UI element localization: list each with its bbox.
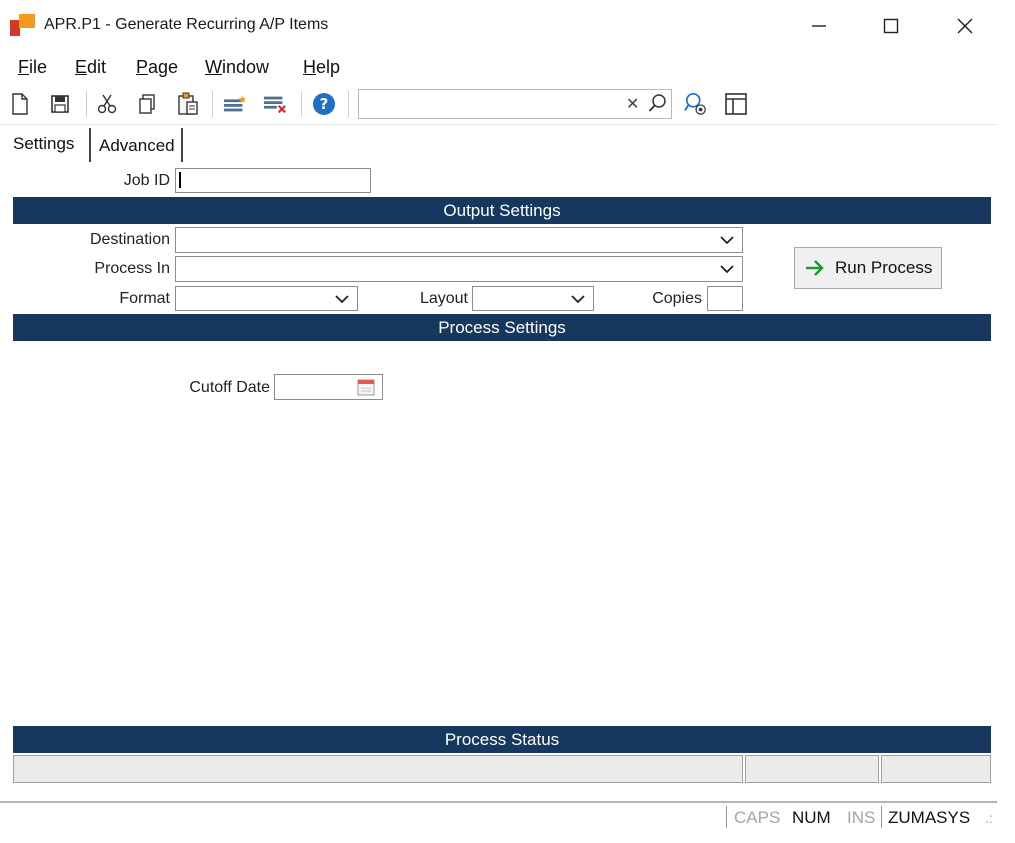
job-id-input[interactable] xyxy=(175,168,371,193)
statusbar-divider xyxy=(0,801,997,803)
maximize-icon xyxy=(883,18,899,34)
toolbar-separator xyxy=(212,91,213,117)
close-icon xyxy=(957,18,973,34)
menu-edit[interactable]: Edit xyxy=(75,57,106,78)
toolbar-separator xyxy=(86,91,87,117)
process-in-select[interactable] xyxy=(175,256,743,282)
layout-select[interactable] xyxy=(472,286,594,311)
statusbar-separator xyxy=(726,806,727,828)
process-settings-header: Process Settings xyxy=(13,314,991,341)
copies-input[interactable] xyxy=(707,286,743,311)
layout-label: Layout xyxy=(419,290,468,307)
cutoff-date-label: Cutoff Date xyxy=(189,379,270,396)
menu-file[interactable]: File xyxy=(18,57,47,78)
run-process-button[interactable]: Run Process xyxy=(794,247,942,289)
lookup-icon[interactable] xyxy=(684,92,708,116)
minimize-button[interactable] xyxy=(796,8,842,44)
toolbar-separator xyxy=(348,91,349,117)
minimize-icon xyxy=(812,25,826,27)
calendar-icon[interactable] xyxy=(357,378,375,401)
help-icon[interactable]: ? xyxy=(312,92,336,116)
copy-icon[interactable] xyxy=(136,92,160,116)
ins-indicator: INS xyxy=(847,808,876,827)
search-clear-icon[interactable]: ✕ xyxy=(626,94,639,114)
chevron-down-icon xyxy=(720,236,734,245)
resize-grip-icon[interactable]: .: xyxy=(985,810,993,826)
format-label: Format xyxy=(119,290,170,307)
delete-row-icon[interactable] xyxy=(263,92,287,116)
insert-row-icon[interactable] xyxy=(223,92,247,116)
tab-settings[interactable]: Settings xyxy=(6,128,90,162)
text-caret xyxy=(179,172,181,188)
chevron-down-icon xyxy=(571,295,585,304)
statusbar-separator xyxy=(881,806,882,828)
search-input[interactable] xyxy=(358,89,672,119)
copies-label: Copies xyxy=(652,290,702,307)
toolbar-separator xyxy=(301,91,302,117)
caps-indicator: CAPS xyxy=(734,808,781,827)
new-page-icon[interactable] xyxy=(8,92,32,116)
process-status-message xyxy=(13,755,743,783)
num-indicator: NUM xyxy=(792,808,831,827)
app-logo-icon xyxy=(10,12,36,38)
menu-help[interactable]: Help xyxy=(303,57,340,78)
chevron-down-icon xyxy=(335,295,349,304)
maximize-button[interactable] xyxy=(868,8,914,44)
process-status-progress xyxy=(745,755,879,783)
menu-window[interactable]: Window xyxy=(205,57,269,78)
process-in-label: Process In xyxy=(94,260,170,277)
search-icon[interactable] xyxy=(648,93,668,118)
toolbar-divider xyxy=(0,124,997,125)
svg-text:?: ? xyxy=(320,95,329,113)
menu-page[interactable]: Page xyxy=(136,57,178,78)
output-settings-header: Output Settings xyxy=(13,197,991,224)
layout-icon[interactable] xyxy=(724,92,748,116)
save-icon[interactable] xyxy=(48,92,72,116)
arrow-right-icon xyxy=(805,260,825,276)
window-title: APR.P1 - Generate Recurring A/P Items xyxy=(44,16,329,33)
destination-select[interactable] xyxy=(175,227,743,253)
user-indicator: ZUMASYS xyxy=(888,808,971,827)
menu-bar: File Edit Page Window Help xyxy=(0,52,997,84)
title-bar: APR.P1 - Generate Recurring A/P Items xyxy=(0,0,997,52)
tab-advanced[interactable]: Advanced xyxy=(89,128,183,162)
format-select[interactable] xyxy=(175,286,358,311)
job-id-label: Job ID xyxy=(123,172,170,189)
paste-icon[interactable] xyxy=(176,92,200,116)
process-status-count xyxy=(881,755,991,783)
cut-icon[interactable] xyxy=(95,92,119,116)
chevron-down-icon xyxy=(720,265,734,274)
close-button[interactable] xyxy=(942,8,988,44)
process-status-header: Process Status xyxy=(13,726,991,753)
destination-label: Destination xyxy=(89,231,170,248)
